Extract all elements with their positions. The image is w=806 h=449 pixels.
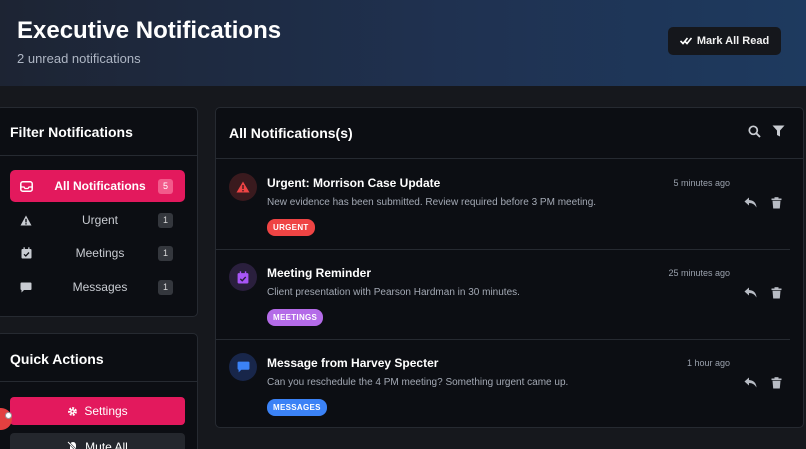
notification-actions	[744, 287, 782, 299]
trash-icon[interactable]	[771, 377, 782, 389]
trash-icon[interactable]	[771, 197, 782, 209]
unread-count-subtitle: 2 unread notifications	[17, 51, 141, 66]
bell-slash-icon	[67, 441, 77, 449]
divider	[0, 381, 197, 382]
mute-all-label: Mute All	[85, 440, 128, 449]
gear-icon	[68, 406, 78, 416]
trash-icon[interactable]	[771, 287, 782, 299]
notification-title: Meeting Reminder	[267, 266, 372, 280]
mark-all-read-label: Mark All Read	[696, 35, 770, 47]
notification-title: Urgent: Morrison Case Update	[267, 176, 441, 190]
filter-label: Meetings	[75, 246, 125, 260]
notifications-list-title: All Notifications(s)	[229, 125, 353, 141]
filter-item-urgent[interactable]: Urgent 1	[10, 204, 185, 236]
filter-item-all[interactable]: All Notifications 5	[10, 170, 185, 202]
calendar-check-icon	[229, 263, 257, 291]
page-title: Executive Notifications	[17, 17, 282, 44]
reply-icon[interactable]	[744, 377, 757, 388]
reply-icon[interactable]	[744, 197, 757, 208]
list-toolbar	[748, 125, 785, 138]
notifications-list-panel: All Notifications(s) Urgent: Morrison Ca…	[215, 107, 804, 428]
page-header: Executive Notifications 2 unread notific…	[0, 0, 806, 86]
filter-item-messages[interactable]: Messages 1	[10, 271, 185, 303]
notification-actions	[744, 197, 782, 209]
filter-icon[interactable]	[772, 125, 785, 137]
quick-actions-title: Quick Actions	[10, 351, 104, 367]
notification-title: Message from Harvey Specter	[267, 356, 439, 370]
reply-icon[interactable]	[744, 287, 757, 298]
chat-bubble-icon	[229, 353, 257, 381]
warning-icon	[229, 173, 257, 201]
filter-label: All Notifications	[54, 179, 146, 193]
notification-actions	[744, 377, 782, 389]
notification-text: New evidence has been submitted. Review …	[267, 197, 597, 208]
filter-count-badge: 1	[158, 245, 173, 261]
notification-item[interactable]: Message from Harvey Specter 1 hour ago C…	[216, 339, 790, 429]
notification-item[interactable]: Urgent: Morrison Case Update 5 minutes a…	[216, 159, 790, 249]
double-check-icon	[679, 37, 692, 45]
filter-label: Urgent	[81, 213, 119, 227]
inbox-icon	[10, 180, 42, 192]
notification-tag: MESSAGES	[267, 399, 327, 416]
calendar-check-icon	[10, 247, 42, 259]
quick-actions-panel: Quick Actions Settings Mute All	[0, 333, 198, 449]
search-icon[interactable]	[748, 125, 761, 138]
filter-label: Messages	[72, 280, 128, 294]
filter-count-badge: 1	[158, 279, 173, 295]
notification-text: Can you reschedule the 4 PM meeting? Som…	[267, 377, 569, 388]
notification-timestamp: 25 minutes ago	[668, 268, 730, 278]
notification-item[interactable]: Meeting Reminder 25 minutes ago Client p…	[216, 249, 790, 339]
warning-icon	[10, 215, 42, 226]
floating-widget-indicator	[5, 412, 12, 419]
notification-tag: MEETINGS	[267, 309, 324, 326]
mute-all-button[interactable]: Mute All	[10, 433, 185, 449]
divider	[0, 155, 197, 156]
chat-bubble-icon	[10, 282, 42, 293]
notification-timestamp: 5 minutes ago	[673, 178, 730, 188]
filter-panel-title: Filter Notifications	[10, 124, 133, 140]
settings-button[interactable]: Settings	[10, 397, 185, 425]
notification-tag: URGENT	[267, 219, 315, 236]
filter-count-badge: 1	[158, 212, 173, 228]
filter-panel: Filter Notifications All Notifications 5…	[0, 107, 198, 317]
filter-count-badge: 5	[158, 178, 173, 194]
mark-all-read-button[interactable]: Mark All Read	[668, 27, 781, 55]
settings-label: Settings	[84, 404, 128, 418]
notification-text: Client presentation with Pearson Hardman…	[267, 287, 520, 298]
filter-item-meetings[interactable]: Meetings 1	[10, 237, 185, 269]
notification-timestamp: 1 hour ago	[686, 358, 730, 368]
